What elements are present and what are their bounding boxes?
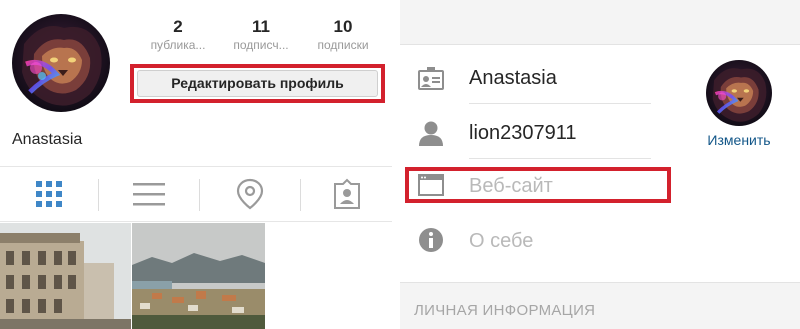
- location-pin-icon: [236, 178, 264, 210]
- posts-stat[interactable]: 2 публика...: [137, 16, 219, 53]
- name-field[interactable]: Anastasia: [469, 67, 557, 90]
- id-card-icon: [418, 65, 444, 91]
- grid-icon: [36, 181, 62, 207]
- tagged-person-icon: [333, 178, 360, 209]
- profile-username: Anastasia: [12, 131, 83, 148]
- personal-info-heading: ЛИЧНАЯ ИНФОРМАЦИЯ: [414, 302, 596, 319]
- followers-stat[interactable]: 11 подписч...: [220, 16, 302, 53]
- lion-avatar-image: [12, 14, 110, 112]
- photo-thumbnail[interactable]: [132, 223, 265, 329]
- field-underline: [469, 158, 651, 159]
- coastal-town-photo: [132, 223, 265, 329]
- tab-map[interactable]: [200, 167, 300, 221]
- followers-label: подписч...: [233, 38, 289, 52]
- tab-tagged[interactable]: [301, 167, 392, 221]
- bio-field[interactable]: О себе: [469, 230, 533, 253]
- profile-tabs: [0, 166, 392, 222]
- info-icon: [418, 227, 444, 253]
- posts-label: публика...: [150, 38, 206, 52]
- panel-divider: [392, 0, 400, 329]
- photo-thumbnail[interactable]: [0, 223, 131, 329]
- following-count: 10: [333, 17, 353, 36]
- edit-avatar[interactable]: [706, 60, 772, 126]
- building-photo: [0, 223, 131, 329]
- person-icon: [418, 120, 444, 146]
- lion-avatar-image: [706, 60, 772, 126]
- posts-count: 2: [173, 17, 183, 36]
- profile-avatar[interactable]: [12, 14, 110, 112]
- edit-profile-panel: Anastasia lion2307911 Веб-сайт О себе Из…: [400, 0, 800, 329]
- username-field[interactable]: lion2307911: [469, 122, 577, 145]
- field-underline: [469, 103, 651, 104]
- followers-count: 11: [252, 17, 270, 36]
- edit-profile-button[interactable]: Редактировать профиль: [137, 70, 378, 97]
- website-highlight: [405, 167, 671, 203]
- edit-profile-topbar: [400, 0, 800, 45]
- tab-list[interactable]: [99, 167, 199, 221]
- profile-panel: 2 публика... 11 подписч... 10 подписки Р…: [0, 0, 392, 329]
- following-label: подписки: [317, 38, 369, 52]
- change-photo-link[interactable]: Изменить: [696, 132, 782, 148]
- tab-grid[interactable]: [0, 167, 98, 221]
- following-stat[interactable]: 10 подписки: [302, 16, 384, 53]
- list-icon: [133, 183, 165, 206]
